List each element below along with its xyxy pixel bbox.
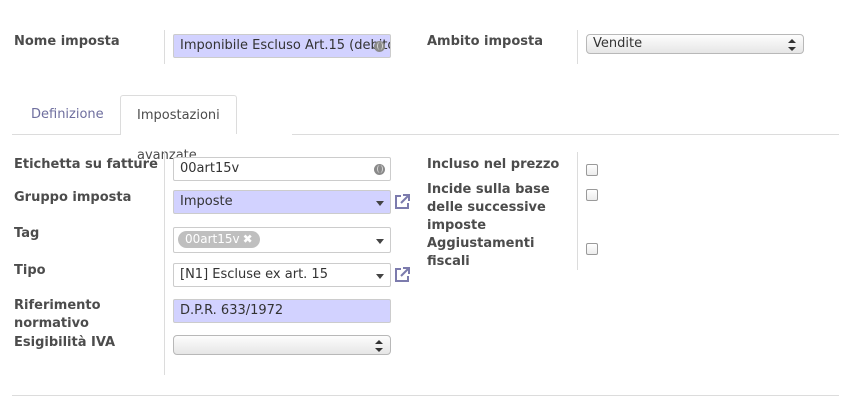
- tag-label: Tag: [14, 226, 40, 241]
- globe-icon[interactable]: [374, 41, 385, 52]
- affects-base-checkbox[interactable]: [586, 189, 598, 201]
- tag-chip-label: 00art15v: [185, 232, 240, 246]
- tax-name-label: Nome imposta: [14, 34, 120, 49]
- tax-scope-value: Vendite: [593, 36, 643, 51]
- invoice-label-value: 00art15v: [180, 161, 240, 176]
- fiscal-adjustments-label-line2: fiscali: [427, 254, 470, 269]
- external-link-icon[interactable]: [393, 266, 411, 284]
- remove-tag-icon[interactable]: ✖: [243, 232, 253, 246]
- invoice-label-label: Etichetta su fatture: [14, 157, 158, 172]
- caret-down-icon: [376, 274, 384, 279]
- legal-ref-label-line2: normativo: [14, 316, 89, 331]
- affects-base-label-line1: Incide sulla base: [427, 182, 550, 197]
- tax-group-select[interactable]: Imposte: [173, 190, 391, 214]
- tab-impostazioni-avanzate[interactable]: Impostazioni avanzate: [120, 95, 237, 163]
- tag-many2many-input[interactable]: 00art15v ✖: [173, 227, 391, 253]
- caret-down-icon: [376, 239, 384, 244]
- legal-ref-input[interactable]: D.P.R. 633/1972: [173, 299, 391, 323]
- affects-base-label-line2: delle successive: [427, 200, 546, 215]
- legal-ref-label-line1: Riferimento: [14, 298, 101, 313]
- type-value: [N1] Escluse ex art. 15: [180, 267, 328, 282]
- invoice-label-input[interactable]: 00art15v: [173, 157, 391, 181]
- tag-chip[interactable]: 00art15v ✖: [178, 231, 260, 248]
- left-column-separator: [164, 152, 165, 375]
- caret-down-icon: [376, 201, 384, 206]
- fiscal-adjustments-checkbox[interactable]: [586, 243, 598, 255]
- affects-base-label-line3: imposte: [427, 218, 487, 233]
- name-column-separator: [164, 30, 165, 64]
- right-column-separator: [577, 152, 578, 270]
- vat-due-label: Esigibilità IVA: [14, 335, 116, 350]
- vat-due-select[interactable]: [173, 335, 391, 355]
- legal-ref-value: D.P.R. 633/1972: [180, 303, 284, 318]
- included-in-price-label: Incluso nel prezzo: [427, 157, 560, 172]
- tax-scope-label: Ambito imposta: [427, 34, 544, 49]
- active-tab-gap: [121, 134, 292, 135]
- type-label: Tipo: [14, 263, 46, 278]
- select-arrows-icon: [788, 39, 796, 51]
- type-select[interactable]: [N1] Escluse ex art. 15: [173, 263, 391, 287]
- tax-group-label: Gruppo imposta: [14, 190, 132, 205]
- external-link-icon[interactable]: [393, 193, 411, 211]
- tax-name-input[interactable]: Imponibile Escluso Art.15 (debito: [173, 34, 391, 58]
- tab-definizione[interactable]: Definizione: [15, 95, 120, 135]
- globe-icon[interactable]: [374, 164, 385, 175]
- scope-column-separator: [577, 30, 578, 64]
- fiscal-adjustments-label-line1: Aggiustamenti: [427, 236, 535, 251]
- tax-group-value: Imposte: [180, 194, 233, 209]
- tax-name-value: Imponibile Escluso Art.15 (debito: [180, 38, 391, 53]
- included-in-price-checkbox[interactable]: [586, 164, 598, 176]
- select-arrows-icon: [375, 340, 383, 352]
- tax-scope-select[interactable]: Vendite: [586, 34, 804, 54]
